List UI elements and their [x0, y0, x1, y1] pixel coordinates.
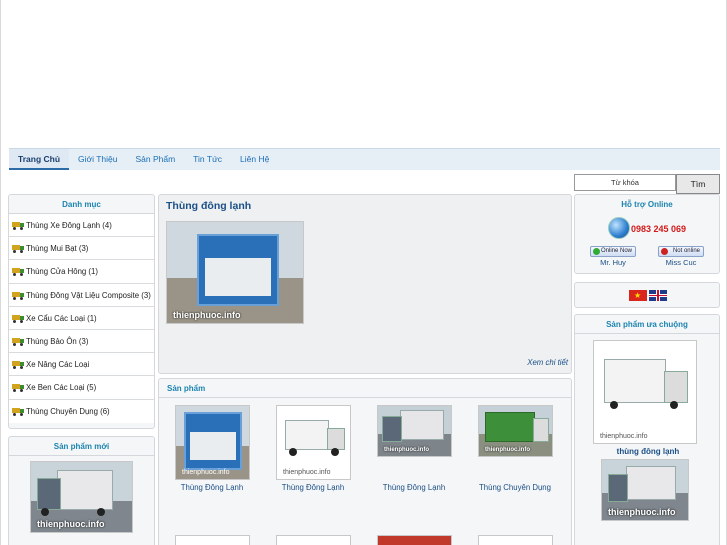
category-item[interactable]: Xe Ben Các Loại (5)	[9, 376, 154, 400]
category-label: Thùng Bảo Ôn (3)	[26, 336, 89, 346]
support-agent-name[interactable]: Miss Cuc	[658, 258, 704, 267]
category-item[interactable]: Thùng Chuyên Dụng (6)	[9, 399, 154, 423]
category-label: Thùng Đông Vật Liệu Composite (3)	[26, 290, 151, 300]
product-image[interactable]: thienphuoc.info	[175, 405, 250, 480]
image-watermark: thienphuoc.info	[37, 519, 105, 529]
search-button[interactable]: Tìm	[676, 174, 720, 194]
category-item[interactable]: Thùng Bảo Ôn (3)	[9, 329, 154, 354]
category-label: Thùng Mui Bạt (3)	[26, 244, 89, 254]
category-title: Danh mục	[9, 195, 154, 214]
featured-image[interactable]: thienphuoc.info	[166, 221, 304, 324]
product-name[interactable]: Thùng Đông Lạnh	[268, 483, 358, 492]
category-item[interactable]: Thùng Mui Bạt (3)	[9, 237, 154, 261]
product-name[interactable]: Thùng Đông Lạnh	[369, 483, 459, 492]
support-phone: 0983 245 069	[631, 224, 687, 234]
truck-icon	[12, 361, 24, 370]
category-item[interactable]: Xe Cẩu Các Loại (1)	[9, 306, 154, 330]
search-input[interactable]: Từ khóa	[574, 174, 676, 191]
product-image[interactable]: thienphuoc.info	[478, 405, 553, 457]
nav-about[interactable]: Giới Thiệu	[69, 149, 126, 170]
nav-contact[interactable]: Liên Hệ	[231, 149, 278, 170]
image-watermark: thienphuoc.info	[182, 469, 230, 476]
truck-icon	[12, 245, 24, 254]
category-item[interactable]: Xe Nâng Các Loại	[9, 353, 154, 377]
new-products-title: Sản phẩm mới	[9, 437, 154, 456]
category-label: Thùng Chuyên Dụng (6)	[26, 406, 110, 416]
favorites-title: Sản phẩm ưa chuộng	[575, 315, 719, 334]
category-panel: Danh mục Thùng Xe Đông Lạnh (4) Thùng Mu…	[8, 194, 155, 429]
products-panel: Sản phẩm thienphuoc.info Thùng Đông Lạnh…	[158, 378, 572, 545]
language-panel: ★	[574, 282, 720, 308]
main-nav: Trang Chủ Giới Thiệu Sản Phẩm Tin Tức Li…	[9, 148, 720, 170]
favorites-panel: Sản phẩm ưa chuộng thienphuoc.info thùng…	[574, 314, 720, 545]
nav-news[interactable]: Tin Tức	[184, 149, 231, 170]
truck-icon	[12, 337, 24, 346]
status-badge-online[interactable]: Online Now	[590, 246, 636, 257]
category-item[interactable]: Thùng Cửa Hông (1)	[9, 260, 154, 284]
new-product-image[interactable]: thienphuoc.info	[30, 461, 133, 533]
featured-panel: Thùng đông lạnh thienphuoc.info Xem chi …	[158, 194, 572, 374]
product-image[interactable]	[175, 535, 250, 545]
favorite-image[interactable]: thienphuoc.info	[601, 459, 689, 521]
offline-status-icon	[661, 248, 668, 255]
product-image[interactable]: thienphuoc.info	[276, 405, 351, 480]
featured-title: Thùng đông lạnh	[166, 200, 252, 212]
image-watermark: thienphuoc.info	[485, 447, 530, 453]
products-title: Sản phẩm	[159, 379, 571, 398]
image-watermark: thienphuoc.info	[384, 447, 429, 453]
product-name[interactable]: Thùng Đông Lạnh	[167, 483, 257, 492]
see-details-link[interactable]: Xem chi tiết	[527, 358, 568, 367]
truck-icon	[12, 291, 24, 300]
support-agent-name[interactable]: Mr. Huy	[590, 258, 636, 267]
image-watermark: thienphuoc.info	[608, 507, 676, 517]
category-label: Thùng Cửa Hông (1)	[26, 267, 98, 277]
category-label: Xe Cẩu Các Loại (1)	[26, 313, 97, 323]
english-flag-icon[interactable]	[649, 290, 667, 301]
product-image[interactable]: thienphuoc.info	[377, 405, 452, 457]
nav-home[interactable]: Trang Chủ	[9, 149, 70, 170]
image-watermark: thienphuoc.info	[600, 433, 648, 440]
truck-icon	[12, 268, 24, 277]
image-watermark: thienphuoc.info	[283, 469, 331, 476]
online-status-icon	[593, 248, 600, 255]
product-image[interactable]	[276, 535, 351, 545]
category-item[interactable]: Thùng Đông Vật Liệu Composite (3)	[9, 283, 154, 307]
vietnamese-flag-icon[interactable]: ★	[629, 290, 647, 301]
favorite-image[interactable]: thienphuoc.info	[593, 340, 697, 444]
image-watermark: thienphuoc.info	[173, 310, 241, 320]
phone-support-icon	[608, 217, 630, 239]
category-label: Thùng Xe Đông Lạnh (4)	[26, 221, 112, 230]
nav-products[interactable]: Sản Phẩm	[126, 149, 184, 170]
category-label: Xe Nâng Các Loại	[26, 360, 90, 370]
product-name[interactable]: Thùng Chuyên Dụng	[470, 483, 560, 492]
truck-icon	[12, 407, 24, 416]
favorite-name[interactable]: thùng đông lạnh	[575, 447, 721, 456]
category-label: Xe Ben Các Loại (5)	[26, 383, 97, 393]
category-list: Thùng Xe Đông Lạnh (4) Thùng Mui Bạt (3)…	[9, 214, 154, 423]
page: Trang Chủ Giới Thiệu Sản Phẩm Tin Tức Li…	[0, 0, 727, 545]
new-products-panel: Sản phẩm mới thienphuoc.info	[8, 436, 155, 545]
support-title: Hỗ trợ Online	[621, 200, 673, 209]
truck-icon	[12, 314, 24, 323]
status-badge-offline[interactable]: Not online	[658, 246, 704, 257]
truck-icon	[12, 384, 24, 393]
truck-icon	[12, 222, 24, 230]
product-image[interactable]	[478, 535, 553, 545]
product-image[interactable]	[377, 535, 452, 545]
category-item[interactable]: Thùng Xe Đông Lạnh (4)	[9, 214, 154, 238]
